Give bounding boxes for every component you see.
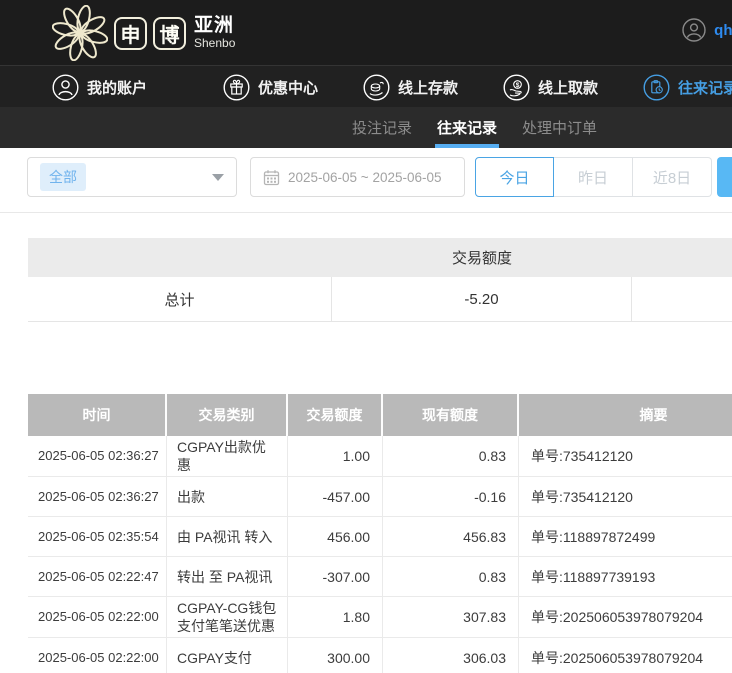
tab-label: 投注记录	[352, 117, 412, 138]
cell-summary: 单号:202506053978079204	[519, 638, 732, 673]
summary-header-row: 交易额度	[28, 238, 732, 277]
cell-balance: 306.03	[383, 638, 519, 673]
flower-icon	[52, 5, 108, 61]
tab-label: 往来记录	[437, 117, 497, 138]
cell-time: 2025-06-05 02:36:27	[28, 477, 167, 516]
column-header-balance: 现有额度	[383, 394, 519, 436]
summary-total-row: 总计 -5.20	[28, 277, 732, 322]
cell-time: 2025-06-05 02:22:47	[28, 557, 167, 596]
cell-type: CGPAY出款优惠	[167, 436, 288, 476]
table-row: 2025-06-05 02:36:27 出款 -457.00 -0.16 单号:…	[28, 477, 732, 517]
cell-amount: -307.00	[288, 557, 383, 596]
summary-table: 交易额度 总计 -5.20	[28, 238, 732, 322]
main-nav: 我的账户 优惠中心 线上存款	[0, 65, 732, 107]
type-select[interactable]: 全部	[27, 157, 237, 197]
cell-time: 2025-06-05 02:36:27	[28, 436, 167, 476]
quick-date-buttons: 今日 昨日 近8日	[475, 157, 712, 197]
selected-type-tag: 全部	[40, 163, 86, 191]
column-header-amount: 交易额度	[288, 394, 383, 436]
cell-type: 出款	[167, 477, 288, 516]
records-header-row: 时间 交易类别 交易额度 现有额度 摘要	[28, 394, 732, 436]
summary-header-empty	[632, 238, 732, 277]
summary-total-value: -5.20	[332, 277, 632, 321]
nav-label: 往来记录	[678, 77, 732, 98]
nav-item-my-account[interactable]: 我的账户	[52, 66, 147, 108]
tab-betting-records[interactable]: 投注记录	[352, 107, 412, 148]
column-header-time: 时间	[28, 394, 167, 436]
summary-header-amount: 交易额度	[332, 238, 632, 277]
cell-time: 2025-06-05 02:22:00	[28, 597, 167, 637]
user-account[interactable]: qhhv	[682, 18, 732, 42]
withdraw-coin-icon: $	[503, 74, 530, 101]
nav-item-withdraw[interactable]: $ 线上取款	[503, 66, 598, 108]
nav-label: 优惠中心	[258, 77, 318, 98]
tab-label: 处理中订单	[522, 117, 597, 138]
logo-region: 亚洲	[194, 16, 235, 37]
deposit-coins-icon	[363, 74, 390, 101]
nav-item-promotions[interactable]: 优惠中心	[223, 66, 318, 108]
column-header-type: 交易类别	[167, 394, 288, 436]
table-row: 2025-06-05 02:22:00 CGPAY支付 300.00 306.0…	[28, 638, 732, 673]
cell-type: CGPAY支付	[167, 638, 288, 673]
topbar: 申 博 亚洲 Shenbo qhhv	[0, 0, 732, 65]
tab-processing-orders[interactable]: 处理中订单	[522, 107, 597, 148]
nav-item-deposit[interactable]: 线上存款	[363, 66, 458, 108]
logo-brand-name: Shenbo	[194, 37, 235, 50]
cell-balance: 456.83	[383, 517, 519, 556]
table-row: 2025-06-05 02:22:00 CGPAY-CG钱包支付笔笔送优惠 1.…	[28, 597, 732, 638]
cell-type: 由 PA视讯 转入	[167, 517, 288, 556]
nav-item-transaction-records[interactable]: 往来记录	[643, 66, 732, 108]
cell-balance: -0.16	[383, 477, 519, 516]
cell-amount: 1.80	[288, 597, 383, 637]
calendar-icon	[263, 169, 280, 186]
table-row: 2025-06-05 02:22:47 转出 至 PA视讯 -307.00 0.…	[28, 557, 732, 597]
logo-char-bo: 博	[153, 17, 186, 50]
brand-logo[interactable]: 申 博 亚洲 Shenbo	[52, 5, 235, 61]
cell-balance: 0.83	[383, 557, 519, 596]
section-divider	[0, 212, 732, 213]
nav-label: 线上取款	[538, 77, 598, 98]
summary-header-empty	[28, 238, 332, 277]
tab-transaction-records[interactable]: 往来记录	[437, 107, 497, 148]
search-button[interactable]	[717, 157, 732, 197]
nav-label: 线上存款	[398, 77, 458, 98]
today-button[interactable]: 今日	[475, 157, 554, 197]
cell-summary: 单号:202506053978079204	[519, 597, 732, 637]
date-range-input[interactable]: 2025-06-05 ~ 2025-06-05	[250, 157, 465, 197]
user-circle-icon	[52, 74, 79, 101]
summary-empty-cell	[632, 277, 732, 321]
table-row: 2025-06-05 02:36:27 CGPAY出款优惠 1.00 0.83 …	[28, 436, 732, 477]
page: 申 博 亚洲 Shenbo qhhv 我的账户	[0, 0, 732, 673]
cell-summary: 单号:118897872499	[519, 517, 732, 556]
cell-time: 2025-06-05 02:22:00	[28, 638, 167, 673]
cell-amount: -457.00	[288, 477, 383, 516]
cell-amount: 300.00	[288, 638, 383, 673]
gift-icon	[223, 74, 250, 101]
last-8-days-button[interactable]: 近8日	[633, 157, 712, 197]
nav-label: 我的账户	[87, 77, 147, 98]
summary-total-label: 总计	[28, 277, 332, 321]
cell-type: CGPAY-CG钱包支付笔笔送优惠	[167, 597, 288, 637]
yesterday-button[interactable]: 昨日	[554, 157, 633, 197]
cell-type: 转出 至 PA视讯	[167, 557, 288, 596]
cell-balance: 0.83	[383, 436, 519, 476]
sub-nav: 投注记录 往来记录 处理中订单	[0, 107, 732, 148]
cell-summary: 单号:118897739193	[519, 557, 732, 596]
records-clipboard-icon	[643, 74, 670, 101]
cell-time: 2025-06-05 02:35:54	[28, 517, 167, 556]
cell-amount: 1.00	[288, 436, 383, 476]
logo-char-shen: 申	[114, 17, 147, 50]
cell-balance: 307.83	[383, 597, 519, 637]
records-table: 时间 交易类别 交易额度 现有额度 摘要 2025-06-05 02:36:27…	[28, 394, 732, 673]
caret-down-icon	[212, 174, 224, 181]
cell-summary: 单号:735412120	[519, 477, 732, 516]
user-icon	[682, 18, 706, 42]
date-range-value: 2025-06-05 ~ 2025-06-05	[288, 170, 442, 185]
svg-text:$: $	[516, 82, 520, 89]
cell-summary: 单号:735412120	[519, 436, 732, 476]
username: qhhv	[714, 22, 732, 39]
cell-amount: 456.00	[288, 517, 383, 556]
column-header-summary: 摘要	[519, 394, 732, 436]
table-row: 2025-06-05 02:35:54 由 PA视讯 转入 456.00 456…	[28, 517, 732, 557]
